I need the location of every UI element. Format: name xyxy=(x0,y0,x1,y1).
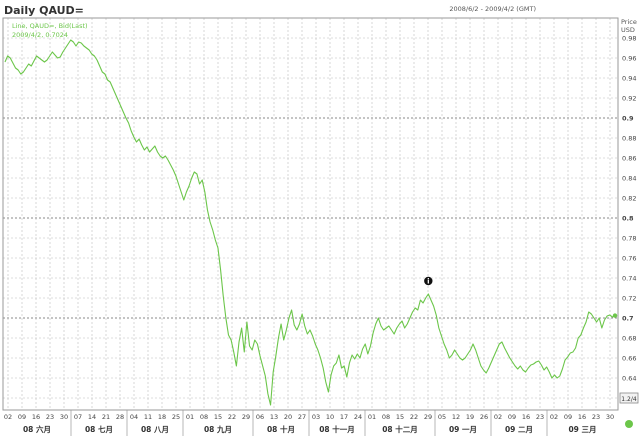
x-day-tick-label: 15 xyxy=(396,413,404,421)
y-tick-label: 0.7 xyxy=(622,315,634,323)
x-day-tick-label: 13 xyxy=(270,413,278,421)
x-day-tick-label: 23 xyxy=(46,413,54,421)
y-tick-label: 0.88 xyxy=(622,135,636,143)
x-day-tick-label: 02 xyxy=(550,413,558,421)
x-day-tick-label: 07 xyxy=(74,413,82,421)
x-day-tick-label: 08 xyxy=(382,413,390,421)
x-month-label: 09 一月 xyxy=(449,425,477,434)
y-tick-label: 0.78 xyxy=(622,235,636,243)
last-value-dot xyxy=(612,313,618,318)
y-tick-label: 0.94 xyxy=(622,75,636,83)
y-tick-label: 0.92 xyxy=(622,95,636,103)
x-day-tick-label: 17 xyxy=(340,413,348,421)
y-tick-label: 0.74 xyxy=(622,275,636,283)
x-day-tick-label: 09 xyxy=(18,413,26,421)
x-day-tick-label: 28 xyxy=(116,413,124,421)
y-tick-label: 0.68 xyxy=(622,335,636,343)
x-month-label: 08 六月 xyxy=(23,424,51,434)
x-day-tick-label: 22 xyxy=(228,413,236,421)
y-tick-label: 0.76 xyxy=(622,255,636,263)
x-month-label: 08 十二月 xyxy=(382,424,418,434)
y-tick-label: 0.98 xyxy=(622,35,636,43)
y-tick-label: 0.72 xyxy=(622,295,636,303)
x-day-tick-label: 12 xyxy=(452,413,460,421)
live-status-dot[interactable] xyxy=(625,420,633,428)
x-month-label: 08 八月 xyxy=(141,425,169,434)
x-day-tick-label: 02 xyxy=(4,413,12,421)
y-axis-title-currency: USD xyxy=(621,26,635,34)
x-day-tick-label: 16 xyxy=(522,413,530,421)
x-day-tick-label: 02 xyxy=(494,413,502,421)
y-tick-label: 0.86 xyxy=(622,155,636,163)
x-day-tick-label: 27 xyxy=(298,413,306,421)
x-day-tick-label: 09 xyxy=(564,413,572,421)
x-day-tick-label: 08 xyxy=(200,413,208,421)
x-month-label: 09 二月 xyxy=(505,425,533,434)
chart-background xyxy=(0,0,640,437)
x-day-tick-label: 01 xyxy=(186,413,194,421)
y-tick-label: 0.66 xyxy=(622,355,636,363)
x-month-label: 08 九月 xyxy=(204,424,232,434)
x-day-tick-label: 29 xyxy=(242,413,250,421)
x-day-tick-label: 01 xyxy=(368,413,376,421)
y-tick-label: 0.8 xyxy=(622,215,634,223)
x-day-tick-label: 20 xyxy=(284,413,292,421)
y-axis-title-price: Price xyxy=(621,18,637,26)
x-day-tick-label: 15 xyxy=(214,413,222,421)
scale-box-label: 1.2/4 xyxy=(621,396,637,403)
x-month-label: 08 七月 xyxy=(85,424,113,434)
x-day-tick-label: 23 xyxy=(536,413,544,421)
x-day-tick-label: 30 xyxy=(60,413,68,421)
x-day-tick-label: 16 xyxy=(578,413,586,421)
x-day-tick-label: 29 xyxy=(424,413,432,421)
y-tick-label: 0.84 xyxy=(622,175,636,183)
x-day-tick-label: 25 xyxy=(172,413,180,421)
event-marker-label: i xyxy=(427,278,429,286)
y-tick-label: 0.9 xyxy=(622,115,634,123)
x-day-tick-label: 30 xyxy=(606,413,614,421)
chart-container: 0.620.640.660.680.70.720.740.760.780.80.… xyxy=(0,0,640,437)
y-tick-label: 0.82 xyxy=(622,195,636,203)
legend-last-value: 2009/4/2, 0.7024 xyxy=(12,31,68,39)
x-day-tick-label: 22 xyxy=(410,413,418,421)
x-day-tick-label: 26 xyxy=(480,413,488,421)
y-tick-label: 0.96 xyxy=(622,55,636,63)
x-day-tick-label: 05 xyxy=(438,413,446,421)
x-day-tick-label: 16 xyxy=(32,413,40,421)
x-day-tick-label: 09 xyxy=(508,413,516,421)
x-day-tick-label: 03 xyxy=(312,413,320,421)
x-day-tick-label: 24 xyxy=(354,413,362,421)
x-day-tick-label: 14 xyxy=(88,413,96,421)
legend-series: Line, QAUD=, Bid(Last) xyxy=(12,22,88,30)
x-day-tick-label: 06 xyxy=(256,413,264,421)
x-day-tick-label: 23 xyxy=(592,413,600,421)
x-day-tick-label: 10 xyxy=(326,413,334,421)
price-line-chart: 0.620.640.660.680.70.720.740.760.780.80.… xyxy=(0,0,640,437)
x-day-tick-label: 04 xyxy=(130,413,138,421)
x-day-tick-label: 18 xyxy=(158,413,166,421)
x-month-label: 09 三月 xyxy=(568,425,596,434)
x-month-label: 08 十一月 xyxy=(319,424,355,434)
chart-title: Daily QAUD= xyxy=(4,4,84,17)
y-tick-label: 0.64 xyxy=(622,375,636,383)
x-day-tick-label: 21 xyxy=(102,413,110,421)
x-day-tick-label: 19 xyxy=(466,413,474,421)
x-day-tick-label: 11 xyxy=(144,413,152,421)
x-month-label: 08 十月 xyxy=(267,424,295,434)
date-range: 2008/6/2 - 2009/4/2 (GMT) xyxy=(449,5,536,13)
